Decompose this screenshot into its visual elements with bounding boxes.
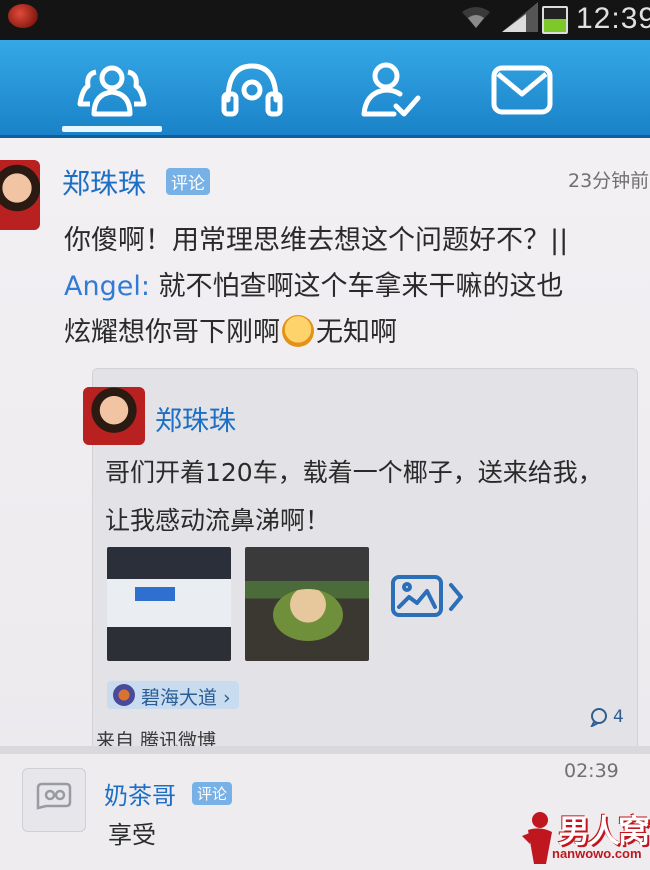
post-divider xyxy=(0,746,650,754)
location-label: 碧海大道 xyxy=(141,687,218,709)
post-text-line: 你傻啊！用常理思维去想这个问题好不？|| xyxy=(64,225,569,256)
reply-mention[interactable]: Angel: xyxy=(64,271,150,302)
gallery-icon[interactable] xyxy=(389,573,469,623)
battery-icon xyxy=(542,6,568,34)
wifi-icon xyxy=(462,7,490,28)
post-time: 23分钟前 xyxy=(568,170,650,192)
user-check-icon xyxy=(361,62,421,117)
location-icon xyxy=(113,684,135,706)
emoji-icon xyxy=(282,315,314,347)
post-time: 02:39 xyxy=(564,760,619,782)
post-author[interactable]: 郑珠珠 xyxy=(62,162,146,202)
comment-count[interactable]: 4 xyxy=(589,707,624,727)
default-avatar-icon xyxy=(36,782,72,810)
tab-messages[interactable] xyxy=(472,50,572,130)
post-text: 你傻啊！用常理思维去想这个问题好不？|| Angel: 就不怕查啊这个车拿来干嘛… xyxy=(64,218,650,356)
post-text-line: Angel: 就不怕查啊这个车拿来干嘛的这也 xyxy=(64,271,564,302)
comment-bubble-icon xyxy=(590,708,607,727)
photo-coconut[interactable] xyxy=(245,547,369,661)
photo-ambulance[interactable] xyxy=(107,547,231,661)
comment-tag: 评论 xyxy=(192,782,233,805)
watermark: 男人窝 nanwowo.com xyxy=(500,804,650,870)
quoted-author[interactable]: 郑珠珠 xyxy=(155,399,236,438)
default-avatar[interactable] xyxy=(22,768,86,832)
post-text-line: 炫耀想你哥下刚啊 无知啊 xyxy=(64,315,397,348)
tab-contacts[interactable] xyxy=(62,50,162,130)
quoted-avatar[interactable] xyxy=(83,387,145,445)
quoted-post-card[interactable]: 郑珠珠 哥们开着120车，载着一个椰子，送来给我，让我感动流鼻涕啊！ 碧海大道 … xyxy=(83,368,638,752)
avatar[interactable] xyxy=(0,160,40,230)
mail-icon xyxy=(491,65,553,115)
headset-icon xyxy=(221,63,283,117)
status-bar: 12:39 xyxy=(0,0,650,40)
tab-listen[interactable] xyxy=(202,50,302,130)
location-tag[interactable]: 碧海大道 › xyxy=(107,681,239,709)
post-author[interactable]: 奶茶哥 xyxy=(104,776,176,811)
status-time: 12:39 xyxy=(576,2,650,35)
timeline[interactable]: 郑珠珠 评论 23分钟前 你傻啊！用常理思维去想这个问题好不？|| Angel:… xyxy=(0,138,650,870)
post-text: 享受 xyxy=(108,821,156,849)
tab-bar xyxy=(0,40,650,138)
comment-tag: 评论 xyxy=(166,168,210,195)
quoted-text: 哥们开着120车，载着一个椰子，送来给我，让我感动流鼻涕啊！ xyxy=(105,458,603,535)
tab-profile[interactable] xyxy=(340,50,440,130)
watermark-url: nanwowo.com xyxy=(552,846,642,861)
app-notification-icon xyxy=(8,4,38,28)
active-tab-indicator xyxy=(62,126,162,132)
signal-icon xyxy=(502,2,538,32)
contacts-icon xyxy=(77,65,147,117)
